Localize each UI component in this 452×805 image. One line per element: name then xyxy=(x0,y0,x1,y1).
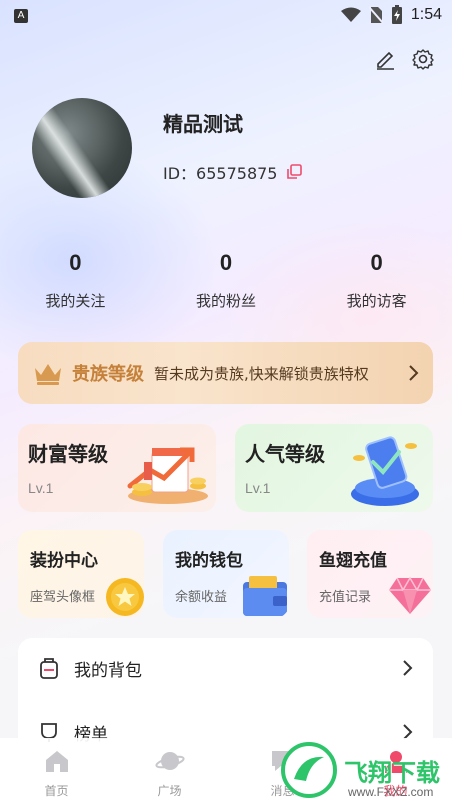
watermark-text: 飞翔下载 xyxy=(344,758,440,787)
dress-center-subtitle: 座驾头像框 xyxy=(30,590,96,605)
profile-page: A 1:54 精品测试 ID：65575875 0 我的关注 0 我的粉丝 0 … xyxy=(0,0,452,805)
backpack-icon xyxy=(40,658,58,679)
watermark-url: www.FXXZ.com xyxy=(348,785,434,799)
recharge-card[interactable]: 鱼翅充值 充值记录 xyxy=(307,530,433,618)
stat-label: 我的粉丝 xyxy=(196,292,257,310)
watermark-logo-icon xyxy=(281,742,337,798)
edit-icon[interactable] xyxy=(374,48,396,70)
tab-label: 广场 xyxy=(157,784,182,798)
copy-icon[interactable] xyxy=(285,163,303,181)
recharge-title: 鱼翅充值 xyxy=(319,551,387,571)
recharge-subtitle: 充值记录 xyxy=(319,590,372,605)
chevron-right-icon xyxy=(409,365,419,381)
stat-visitors[interactable]: 0 我的访客 xyxy=(301,250,452,311)
dress-center-title: 装扮中心 xyxy=(30,551,98,571)
battery-charging-icon xyxy=(391,5,402,24)
wallet-title: 我的钱包 xyxy=(175,551,243,571)
stat-fans[interactable]: 0 我的粉丝 xyxy=(151,250,302,311)
stat-value: 0 xyxy=(219,250,233,275)
stat-following[interactable]: 0 我的关注 xyxy=(0,250,151,311)
top-actions xyxy=(374,48,434,70)
tab-label: 首页 xyxy=(44,784,69,798)
tab-home[interactable]: 首页 xyxy=(0,738,113,805)
wealth-chart-icon xyxy=(127,447,208,504)
menu-item-label: 我的背包 xyxy=(74,660,142,681)
planet-icon xyxy=(154,752,185,770)
menu-item-backpack[interactable]: 我的背包 xyxy=(18,638,433,698)
chevron-right-icon xyxy=(403,660,413,676)
wifi-icon xyxy=(340,7,361,22)
popularity-level-title: 人气等级 xyxy=(245,442,325,466)
wallet-card[interactable]: 我的钱包 余额收益 xyxy=(163,530,289,618)
wealth-level-title: 财富等级 xyxy=(28,442,108,466)
stat-value: 0 xyxy=(69,250,82,275)
username: 精品测试 xyxy=(163,112,243,136)
stat-label: 我的访客 xyxy=(346,292,407,310)
wealth-level-value: Lv.1 xyxy=(28,480,54,496)
user-id-label: ID： xyxy=(163,164,197,183)
app-indicator-icon: A xyxy=(14,9,28,23)
user-id: ID：65575875 xyxy=(163,160,303,184)
no-sim-icon xyxy=(368,6,383,24)
tab-square[interactable]: 广场 xyxy=(113,738,226,805)
popularity-level-card[interactable]: 人气等级 Lv.1 xyxy=(235,424,433,512)
popularity-phone-icon xyxy=(351,436,419,506)
wallet-subtitle: 余额收益 xyxy=(175,590,228,605)
status-time: 1:54 xyxy=(410,6,442,23)
star-medal-icon xyxy=(106,578,144,616)
stats-row: 0 我的关注 0 我的粉丝 0 我的访客 xyxy=(0,250,452,311)
wealth-level-card[interactable]: 财富等级 Lv.1 xyxy=(18,424,216,512)
crown-icon xyxy=(35,364,61,385)
settings-icon[interactable] xyxy=(412,48,434,70)
watermark: 飞翔下载 www.FXXZ.com xyxy=(280,735,452,805)
noble-title: 贵族等级 xyxy=(72,364,144,385)
noble-description: 暂未成为贵族,快来解锁贵族特权 xyxy=(154,364,369,383)
stat-value: 0 xyxy=(370,250,383,275)
popularity-level-value: Lv.1 xyxy=(245,480,271,496)
diamond-icon xyxy=(389,576,431,614)
wallet-icon xyxy=(243,576,287,616)
dress-center-card[interactable]: 装扮中心 座驾头像框 xyxy=(18,530,144,618)
stat-label: 我的关注 xyxy=(45,292,106,310)
status-bar: A 1:54 xyxy=(0,0,452,32)
avatar[interactable] xyxy=(32,98,132,198)
user-id-value: 65575875 xyxy=(196,164,278,183)
home-icon xyxy=(45,751,68,772)
noble-banner[interactable]: 贵族等级 暂未成为贵族,快来解锁贵族特权 xyxy=(18,342,433,404)
